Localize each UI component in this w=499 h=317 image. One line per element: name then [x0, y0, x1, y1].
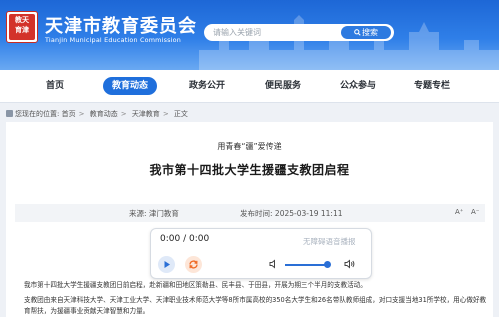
search-box[interactable]: 请输入关键词 搜索	[204, 24, 394, 41]
article-time: 发布时间: 2025-03-19 11:11	[240, 208, 343, 219]
site-title-english: Tianjin Municipal Education Commission	[45, 36, 181, 44]
article-source: 来源: 津门教育	[129, 208, 179, 219]
breadcrumb-home[interactable]: 首页	[62, 110, 76, 118]
source-value: 津门教育	[148, 209, 179, 218]
article-meta: 来源: 津门教育 发布时间: 2025-03-19 11:11 A⁺ A⁻	[15, 204, 485, 222]
font-increase-button[interactable]: A⁺	[455, 208, 463, 216]
breadcrumb-separator: >	[162, 110, 169, 118]
breadcrumb-tianjin-education[interactable]: 天津教育	[132, 110, 160, 118]
breadcrumb-separator: >	[78, 110, 85, 118]
article-subtitle: 用青春“疆”爱传递	[217, 142, 282, 151]
volume-low-icon[interactable]	[269, 259, 279, 269]
article-paragraph-1: 我市第十四批大学生援疆支教团日前启程，赴新疆和田地区策勒县、民丰县、于田县，开展…	[24, 281, 367, 289]
source-label: 来源:	[129, 209, 147, 218]
nav-item-education-news[interactable]: 教育动态	[103, 77, 157, 95]
logo-text-2: 育津	[15, 26, 29, 34]
site-logo[interactable]: 教天 育津	[6, 11, 38, 43]
play-button[interactable]	[158, 256, 175, 273]
search-icon	[354, 29, 361, 36]
site-title: 天津市教育委员会	[45, 16, 197, 37]
audio-player: 0:00 / 0:00 无障碍语音播报	[150, 228, 372, 279]
accessibility-broadcast-label[interactable]: 无障碍语音播报	[303, 236, 356, 247]
nav-item-special-topics[interactable]: 专题专栏	[405, 77, 459, 95]
search-input[interactable]: 请输入关键词	[213, 27, 261, 38]
breadcrumb-current: 正文	[173, 110, 188, 118]
nav-item-government-affairs[interactable]: 政务公开	[180, 77, 234, 95]
play-icon	[164, 261, 170, 268]
time-label: 发布时间:	[240, 209, 273, 218]
breadcrumb-prefix: 您现在的位置:	[15, 110, 60, 118]
article-card: 用青春“疆”爱传递 我市第十四批大学生援疆支教团启程 来源: 津门教育 发布时间…	[6, 122, 493, 317]
nav-item-public-service[interactable]: 便民服务	[256, 77, 310, 95]
main-nav: 首页 教育动态 政务公开 便民服务 公众参与 专题专栏	[0, 70, 499, 103]
breadcrumb-separator: >	[120, 110, 127, 118]
time-value: 2025-03-19 11:11	[274, 209, 343, 218]
search-button-label: 搜索	[362, 28, 378, 37]
font-decrease-button[interactable]: A⁻	[471, 208, 479, 216]
player-time: 0:00 / 0:00	[160, 234, 210, 244]
replay-icon	[189, 260, 198, 269]
volume-slider-handle[interactable]	[324, 261, 331, 268]
volume-high-icon[interactable]	[344, 259, 356, 269]
article-paragraph-2: 支教团由来自天津科技大学、天津工业大学、天津职业技术师范大学等8所市属高校的35…	[24, 296, 487, 315]
volume-slider-track[interactable]	[285, 264, 327, 266]
article-title: 我市第十四批大学生援疆支教团启程	[149, 163, 350, 177]
logo-text-1: 教天	[15, 16, 29, 24]
nav-item-home[interactable]: 首页	[30, 77, 80, 95]
search-button[interactable]: 搜索	[341, 26, 391, 39]
replay-button[interactable]	[185, 256, 202, 273]
location-icon	[6, 110, 13, 117]
nav-item-public-participation[interactable]: 公众参与	[331, 77, 385, 95]
breadcrumb: 您现在的位置: 首页 > 教育动态 > 天津教育 > 正文	[6, 109, 188, 119]
site-header: 教天 育津 天津市教育委员会 Tianjin Municipal Educati…	[0, 0, 499, 70]
breadcrumb-education-news[interactable]: 教育动态	[90, 110, 118, 118]
